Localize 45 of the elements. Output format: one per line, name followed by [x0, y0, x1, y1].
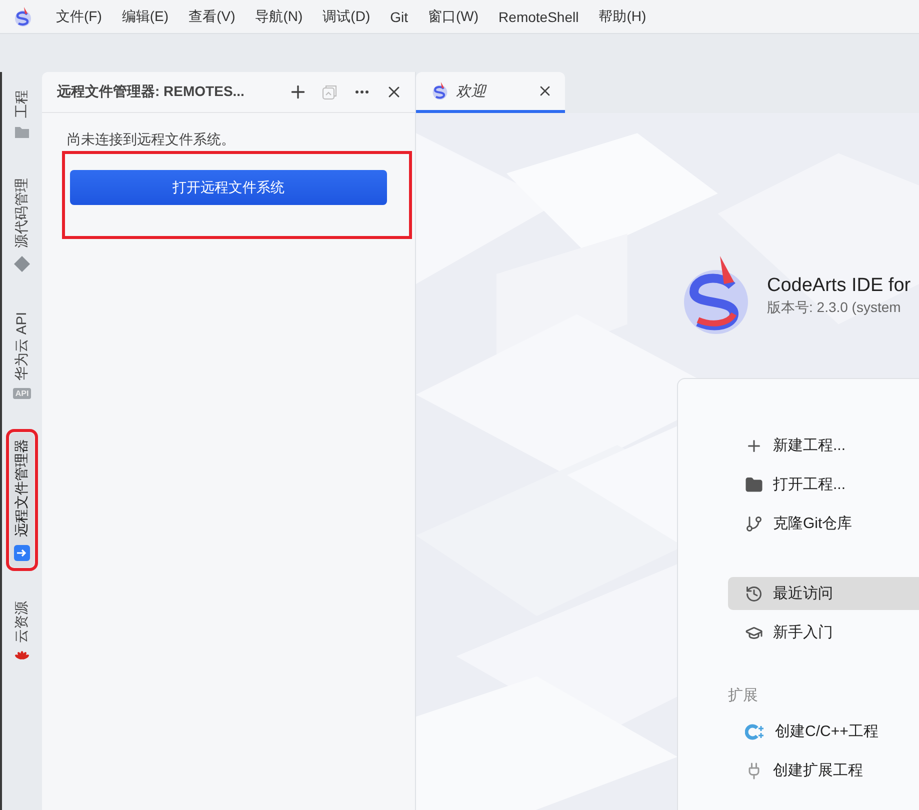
activity-bar-item[interactable]: 华为云 API API [10, 306, 34, 406]
welcome-action[interactable]: 打开工程... [728, 468, 919, 501]
welcome-action[interactable]: 克隆Git仓库 [728, 507, 919, 540]
welcome-action[interactable]: 创建扩展工程 [728, 754, 919, 787]
menu-item[interactable]: 帮助(H) [588, 8, 656, 26]
remote-icon [14, 545, 30, 562]
activity-bar-item[interactable]: 源代码管理 [10, 172, 34, 278]
collapse-icon [322, 84, 338, 100]
menu-item[interactable]: 窗口(W) [418, 8, 489, 26]
folder-icon [745, 476, 763, 494]
activity-label: 远程文件管理器 [13, 439, 30, 538]
version-text: 版本号: 2.3.0 (system [767, 299, 902, 317]
open-remote-button[interactable]: 打开远程文件系统 [70, 170, 387, 205]
activity-bar-item[interactable]: 工程 [10, 84, 34, 144]
status-message: 尚未连接到远程文件系统。 [66, 130, 236, 149]
welcome-action[interactable]: 最近访问 [728, 577, 919, 610]
menu-item[interactable]: 文件(F) [46, 8, 112, 26]
api-icon: API [13, 388, 31, 400]
activity-label: 华为云 API [13, 312, 30, 380]
activity-label: 工程 [13, 90, 30, 118]
menu-item[interactable]: 查看(V) [178, 8, 246, 26]
menu-item[interactable]: 导航(N) [245, 8, 313, 26]
cpp-icon [745, 722, 765, 740]
editor-tab[interactable]: 欢迎 [416, 72, 565, 113]
app-logo-icon [14, 6, 32, 26]
activity-bar-item[interactable]: 云资源 [10, 595, 34, 670]
menu-item[interactable]: 调试(D) [312, 8, 380, 26]
folder-icon [15, 126, 29, 138]
activity-label: 源代码管理 [13, 178, 30, 248]
menu-item[interactable]: Git [380, 8, 418, 24]
history-icon [745, 584, 763, 602]
menu-item[interactable]: RemoteShell [488, 8, 589, 24]
app-logo-icon [682, 256, 750, 336]
section-heading: 扩展 [728, 686, 759, 706]
app-logo-icon [432, 82, 448, 100]
product-title: CodeArts IDE for [767, 275, 911, 297]
welcome-action[interactable]: 新建工程... [728, 429, 919, 462]
welcome-action[interactable]: 创建C/C++工程 [728, 715, 919, 748]
branch-icon [745, 514, 763, 532]
more-icon [355, 90, 369, 94]
activity-label: 云资源 [13, 601, 30, 644]
welcome-action[interactable]: 新手入门 [728, 616, 919, 649]
panel-title: 远程文件管理器: REMOTES... [57, 83, 246, 101]
activity-bar-item[interactable]: 远程文件管理器 [10, 433, 34, 568]
menu-item[interactable]: 编辑(E) [112, 8, 179, 26]
